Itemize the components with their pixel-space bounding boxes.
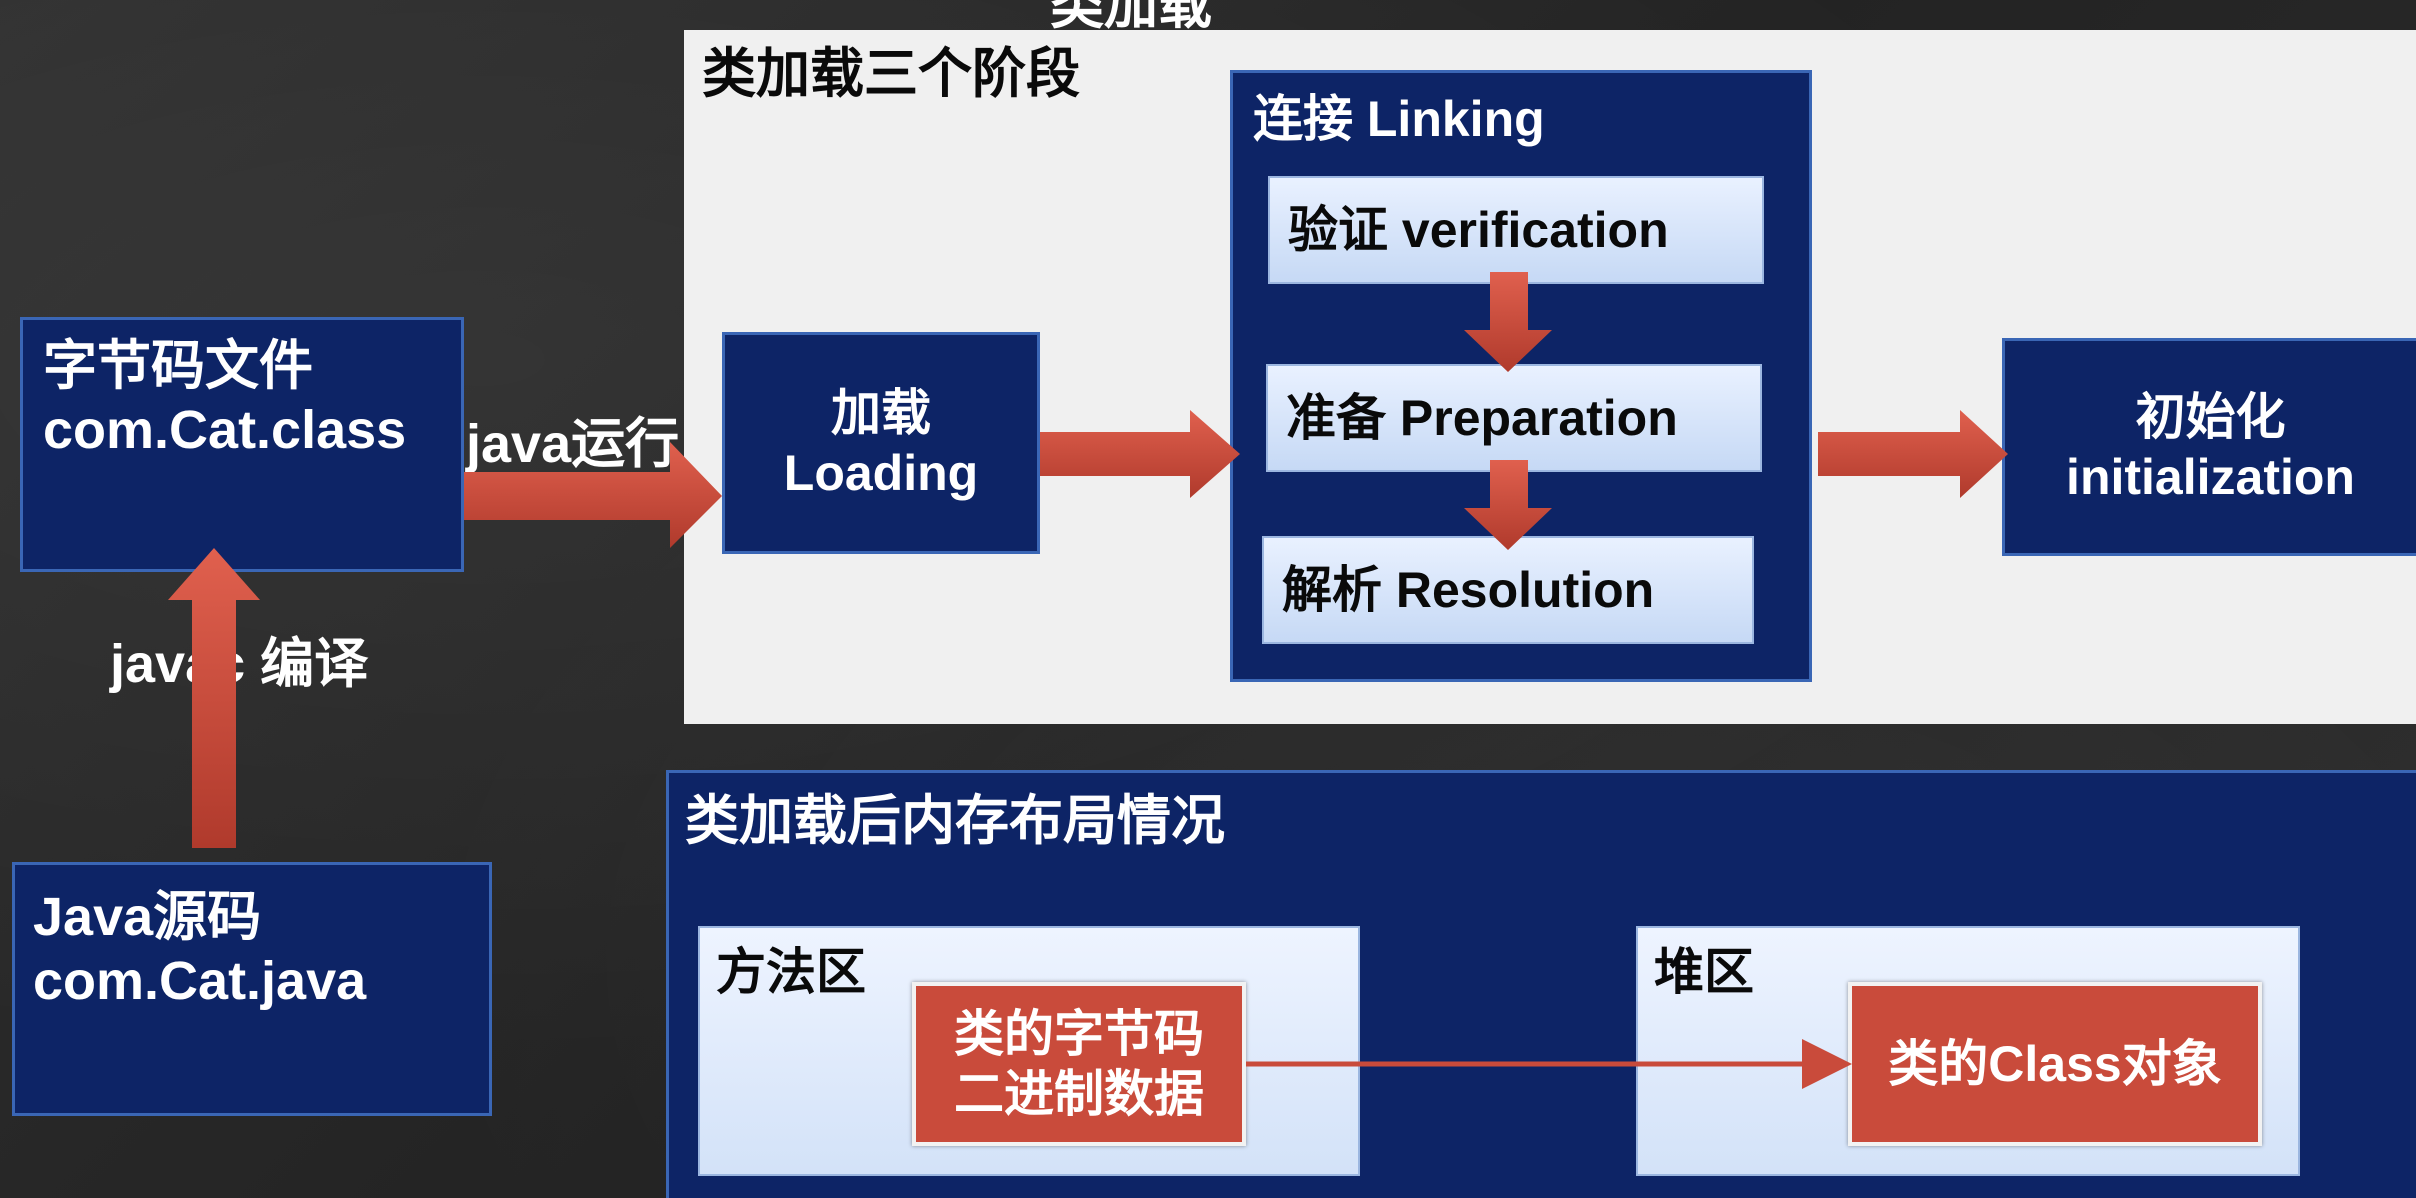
linking-to-initialization-arrow bbox=[1818, 410, 2008, 498]
preparation-to-resolution-arrow bbox=[1464, 460, 1552, 550]
java-run-arrow bbox=[464, 442, 722, 548]
javac-arrow bbox=[168, 548, 260, 848]
arrows-layer bbox=[168, 272, 2008, 1089]
loading-to-linking-arrow bbox=[1040, 410, 1240, 498]
verification-to-preparation-arrow bbox=[1464, 272, 1552, 372]
